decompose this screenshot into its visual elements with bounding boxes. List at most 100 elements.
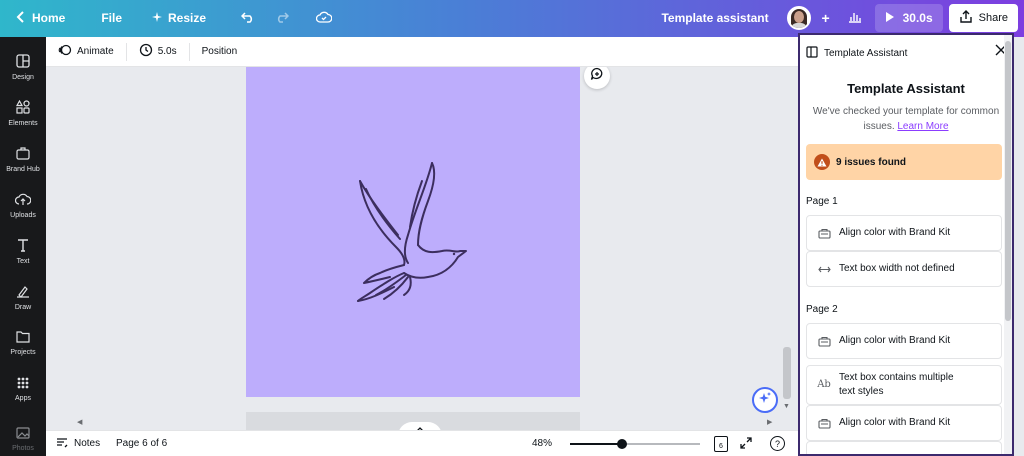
issue-item[interactable]: Align color with Brand Kit: [806, 405, 1002, 441]
dove-illustration[interactable]: [246, 67, 580, 397]
panel-description: We've checked your template for common i…: [808, 104, 1004, 134]
zoom-slider[interactable]: [570, 439, 700, 449]
shapes-icon: [15, 99, 30, 116]
sidebar-item-text[interactable]: Text: [0, 231, 46, 271]
template-assistant-label: Template assistant: [661, 11, 769, 25]
share-button[interactable]: Share: [948, 4, 1018, 32]
sidebar-item-label: Uploads: [10, 211, 36, 219]
share-label: Share: [978, 12, 1008, 24]
page-grid-button[interactable]: 6: [714, 436, 728, 452]
add-comment-button[interactable]: [584, 67, 610, 89]
editor-toolbar: Animate 5.0s Position: [46, 37, 798, 67]
canvas-vertical-scrollbar[interactable]: ▼: [780, 67, 794, 413]
issue-label: Align color with Brand Kit: [839, 335, 951, 346]
width-arrows-icon: [817, 266, 831, 273]
sidebar-item-label: Projects: [10, 349, 36, 356]
issues-found-label: 9 issues found: [836, 156, 907, 168]
sidebar-item-label: Brand Hub: [6, 165, 40, 173]
scroll-left-arrow-icon[interactable]: ◀: [77, 418, 82, 426]
brand-kit-icon: [817, 336, 831, 347]
issue-item[interactable]: Align color with Brand Kit: [806, 323, 1002, 359]
add-collaborator-button[interactable]: +: [817, 4, 835, 32]
sidebar-item-apps[interactable]: Apps: [0, 369, 46, 409]
zoom-slider-handle[interactable]: [617, 439, 627, 449]
design-page[interactable]: [246, 67, 580, 397]
issue-item[interactable]: Text box width not defined: [806, 251, 1002, 287]
expand-icon: [740, 437, 752, 452]
pen-icon: [16, 284, 30, 300]
folder-icon: [16, 330, 30, 345]
sidebar-item-label: Apps: [15, 394, 31, 402]
scroll-right-arrow-icon[interactable]: ▶: [767, 418, 772, 426]
play-icon: [885, 11, 895, 26]
avatar[interactable]: [786, 6, 811, 30]
template-assistant-button[interactable]: Template assistant: [653, 4, 776, 32]
sidebar-item-projects[interactable]: Projects: [0, 323, 46, 363]
scroll-down-arrow-icon[interactable]: ▼: [783, 403, 790, 410]
scroll-thumb[interactable]: [783, 347, 791, 399]
position-button[interactable]: Position: [190, 37, 250, 67]
issue-label: Align color with Brand Kit: [839, 227, 951, 238]
cloud-save-status[interactable]: [310, 4, 338, 32]
redo-button[interactable]: [268, 4, 296, 32]
magic-assistant-button[interactable]: [752, 387, 778, 413]
position-label: Position: [201, 46, 238, 57]
help-button[interactable]: ?: [770, 436, 785, 451]
plus-icon: +: [821, 10, 830, 26]
sidebar-item-label: Photos: [12, 444, 34, 452]
sidebar-item-photos[interactable]: Photos: [0, 419, 46, 456]
template-assistant-panel: Template Assistant Template Assistant We…: [798, 33, 1014, 456]
clock-icon: [139, 43, 153, 60]
resize-button[interactable]: Resize: [144, 4, 214, 32]
notes-label: Notes: [74, 438, 101, 449]
animate-button[interactable]: Animate: [46, 37, 126, 67]
layout-icon: [16, 53, 30, 70]
timing-button[interactable]: 5.0s: [127, 37, 189, 67]
home-button[interactable]: Home: [8, 4, 73, 32]
brand-kit-icon: [817, 228, 831, 239]
apps-grid-icon: [17, 377, 29, 391]
bar-chart-icon: [848, 11, 862, 26]
timing-label: 5.0s: [157, 46, 177, 57]
comment-plus-icon: [590, 67, 604, 86]
zoom-label[interactable]: 48%: [532, 438, 552, 449]
page-count-badge: 6: [719, 443, 723, 450]
text-styles-icon: Ab: [817, 379, 831, 390]
issue-item[interactable]: Ab Text box contains multiple text style…: [806, 365, 1002, 405]
present-button[interactable]: 30.0s: [874, 4, 943, 32]
briefcase-icon: [16, 146, 30, 162]
sidebar-item-draw[interactable]: Draw: [0, 277, 46, 317]
undo-button[interactable]: [234, 4, 262, 32]
panel-header: Template Assistant: [800, 35, 1012, 71]
panel-scrollbar[interactable]: [1004, 35, 1012, 454]
bottom-bar: Notes Page 6 of 6 48% 6 ?: [46, 430, 798, 456]
sidebar-item-elements[interactable]: Elements: [0, 93, 46, 133]
sparkle-crown-icon: [152, 11, 163, 25]
issue-label: Align color with Brand Kit: [839, 417, 951, 428]
fullscreen-button[interactable]: [740, 437, 752, 452]
page-tray-toggle[interactable]: [398, 422, 442, 430]
sidebar-item-design[interactable]: Design: [0, 47, 46, 87]
issues-found-banner[interactable]: 9 issues found: [806, 144, 1002, 180]
issue-item[interactable]: [806, 441, 1002, 454]
section-heading-page-1: Page 1: [806, 196, 838, 207]
cloud-check-icon: [315, 11, 333, 26]
panel-scroll-thumb[interactable]: [1005, 41, 1011, 321]
learn-more-link[interactable]: Learn More: [897, 121, 948, 132]
duration-label: 30.0s: [902, 11, 933, 25]
notes-button[interactable]: Notes: [56, 436, 100, 451]
warning-icon: [814, 154, 830, 170]
issue-item[interactable]: Align color with Brand Kit: [806, 215, 1002, 251]
sidebar-item-brand-hub[interactable]: Brand Hub: [0, 139, 46, 179]
file-menu-button[interactable]: File: [93, 4, 130, 32]
undo-icon: [240, 11, 255, 26]
notes-icon: [56, 436, 68, 451]
sparkles-icon: [758, 391, 772, 410]
insights-button[interactable]: [841, 4, 869, 32]
section-heading-page-2: Page 2: [806, 304, 838, 315]
file-label: File: [101, 11, 123, 25]
sidebar-item-uploads[interactable]: Uploads: [0, 185, 46, 225]
sidebar-item-label: Elements: [8, 119, 38, 127]
page-indicator[interactable]: Page 6 of 6: [116, 438, 167, 449]
canvas-area[interactable]: ▼ ◀ ▶: [46, 67, 798, 430]
